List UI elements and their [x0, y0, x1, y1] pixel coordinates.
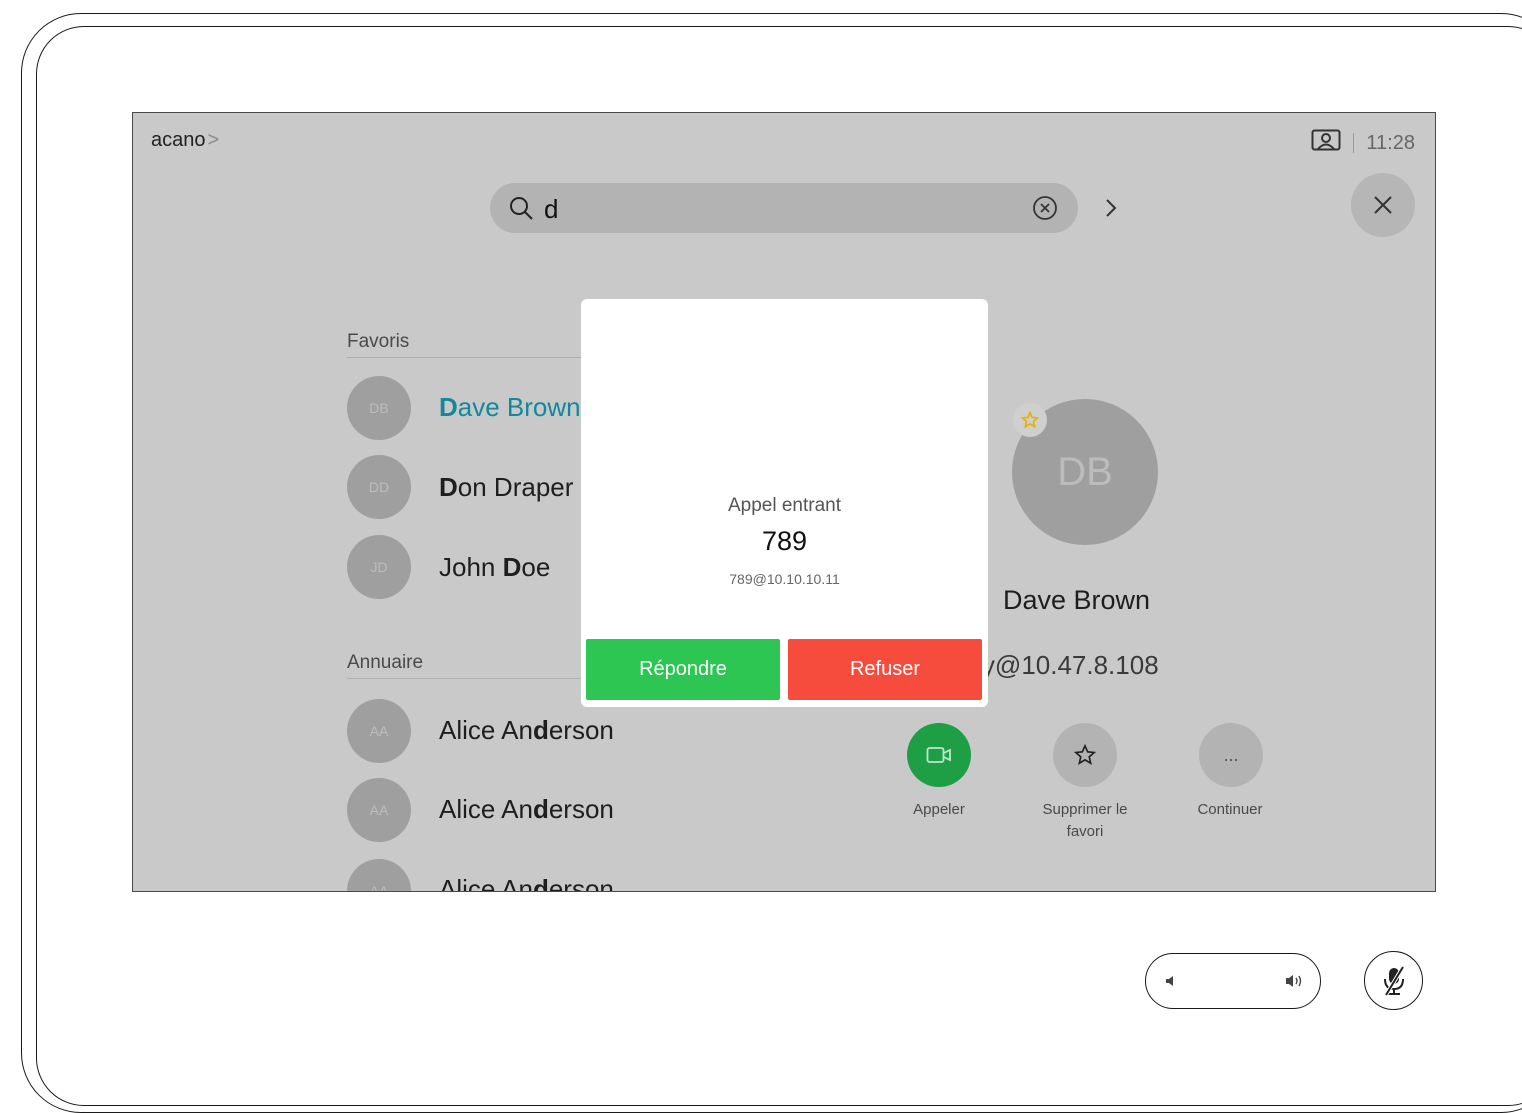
close-icon [1374, 196, 1392, 214]
name-pre: Alice An [439, 715, 533, 745]
remove-favorite-label-line1: Supprimer le [1042, 801, 1128, 818]
favorite-star-icon [1013, 403, 1047, 437]
name-match: D [439, 472, 458, 502]
directory-heading: Annuaire [347, 652, 424, 673]
name-match: d [532, 794, 549, 824]
avatar: JD [347, 535, 411, 599]
search-submit-chevron-icon[interactable] [1103, 196, 1119, 225]
name-rest: on Draper [457, 472, 574, 502]
search-icon [508, 195, 534, 226]
list-item[interactable]: DD [347, 455, 411, 519]
search-field[interactable]: d [490, 183, 1078, 233]
volume-control[interactable] [1145, 953, 1321, 1009]
microphone-mute-button[interactable] [1364, 951, 1423, 1010]
list-item[interactable]: DB [347, 376, 411, 440]
avatar: AA [347, 859, 411, 891]
status-divider [1353, 133, 1355, 153]
search-query[interactable]: d [544, 194, 558, 225]
name-match: d [532, 874, 549, 892]
contact-name[interactable]: Dave Brown [439, 392, 581, 423]
list-item[interactable]: AA [347, 699, 411, 763]
more-label: Continuer [1197, 801, 1263, 818]
status-area: 11:28 [1311, 129, 1415, 157]
contact-name[interactable]: Alice Anderson [439, 794, 614, 825]
avatar: DB [347, 376, 411, 440]
remove-favorite-label-line2: favori [1066, 823, 1104, 840]
favorites-heading: Favoris [347, 331, 410, 352]
remove-favorite-label: Supprimer le favori [1015, 799, 1155, 843]
remove-favorite-button[interactable] [1053, 723, 1117, 787]
selfview-icon[interactable] [1311, 129, 1341, 157]
more-icon: ... [1223, 744, 1239, 765]
caller-uri: 789@10.10.10.11 [729, 571, 840, 587]
avatar: AA [347, 699, 411, 763]
name-pre: Alice An [439, 794, 533, 824]
list-item[interactable]: JD [347, 535, 411, 599]
decline-button[interactable]: Refuser [788, 639, 982, 700]
answer-button[interactable]: Répondre [586, 639, 780, 700]
name-rest: erson [548, 874, 614, 892]
name-pre: John [439, 552, 503, 582]
caller-number: 789 [761, 526, 808, 556]
incoming-call-title: Appel entrant [727, 495, 842, 516]
name-match: d [532, 715, 549, 745]
touch-screen: acano > 11:28 d Favoris DB Dave Brown DD … [132, 112, 1436, 892]
name-rest: oe [521, 552, 551, 582]
list-item[interactable]: AA [347, 859, 411, 891]
contact-detail-name: Dave Brown [1003, 585, 1151, 615]
name-pre: Alice An [439, 874, 533, 892]
volume-down-icon [1166, 976, 1173, 986]
clock: 11:28 [1366, 131, 1415, 154]
contact-name[interactable]: Don Draper [439, 472, 573, 503]
close-button[interactable] [1351, 173, 1415, 237]
video-camera-icon [926, 747, 951, 763]
clear-search-icon[interactable] [1032, 195, 1058, 226]
incoming-call-dialog: Appel entrant 789 789@10.10.10.11 Répond… [581, 299, 988, 707]
name-rest: ave Brown [457, 392, 581, 422]
volume-up-icon [1286, 975, 1302, 987]
avatar: DD [347, 455, 411, 519]
microphone-muted-icon [1384, 965, 1405, 997]
name-rest: erson [548, 715, 614, 745]
name-match: D [439, 392, 458, 422]
name-match: D [502, 552, 522, 582]
call-button[interactable] [907, 723, 971, 787]
star-icon [1074, 744, 1096, 765]
name-rest: erson [548, 794, 614, 824]
avatar: AA [347, 778, 411, 842]
list-item[interactable]: AA [347, 778, 411, 842]
chevron-right-icon: > [207, 129, 220, 151]
contact-name[interactable]: Alice Anderson [439, 874, 614, 892]
more-button[interactable]: ... [1199, 723, 1263, 787]
system-name[interactable]: acano > [151, 129, 219, 152]
system-name-label: acano [151, 129, 206, 151]
contact-name[interactable]: John Doe [439, 552, 550, 583]
call-label: Appeler [913, 801, 965, 818]
contact-name[interactable]: Alice Anderson [439, 715, 614, 746]
